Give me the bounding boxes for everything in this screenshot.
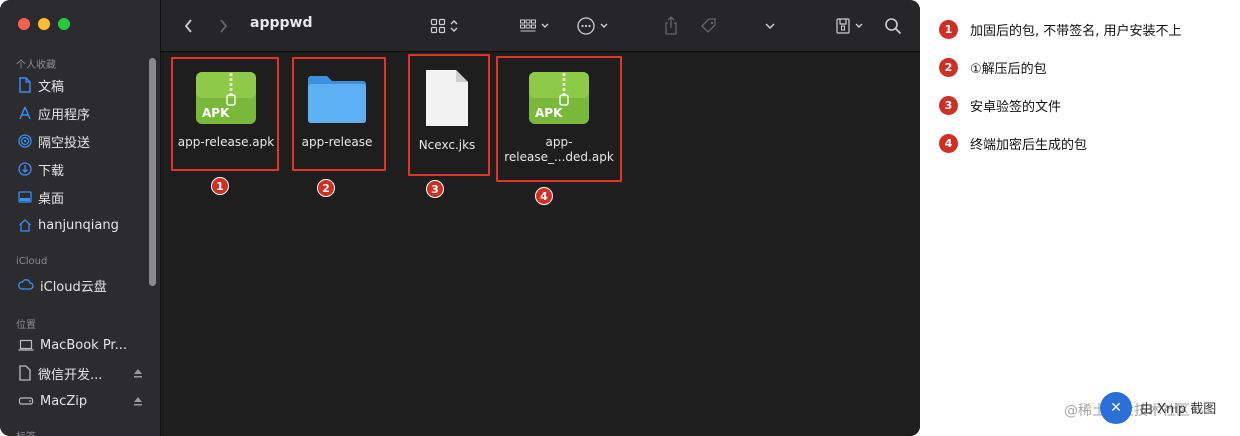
highlight-box-4	[496, 56, 622, 182]
sidebar-item-icloud-drive[interactable]: iCloud云盘	[18, 275, 146, 295]
sidebar-item-label: 隔空投送	[38, 135, 91, 151]
back-button[interactable]	[183, 14, 195, 38]
window-title: apppwd	[250, 15, 313, 31]
cloud-icon	[18, 279, 34, 290]
sidebar-item-label: 下载	[38, 163, 65, 179]
sidebar-item-documents[interactable]: 文稿	[18, 75, 146, 95]
airdrop-icon	[18, 134, 32, 148]
sidebar-item-label: hanjunqiang	[38, 217, 119, 233]
legend-item: 4 终端加密后生成的包	[939, 134, 1087, 153]
highlight-box-3	[408, 54, 490, 176]
sidebar-item-desktop[interactable]: 桌面	[18, 187, 146, 207]
chevron-down-icon	[600, 23, 608, 28]
group-icon	[520, 19, 536, 32]
sidebar-item-maczip[interactable]: MacZip	[18, 391, 146, 411]
share-icon	[665, 16, 677, 35]
download-icon	[18, 162, 32, 176]
file-icon	[19, 365, 31, 381]
finder-window: 个人收藏 文稿 应用程序 隔空投送 下载 桌面 hanjunqiang iClo…	[0, 0, 920, 436]
sidebar: 个人收藏 文稿 应用程序 隔空投送 下载 桌面 hanjunqiang iClo…	[0, 0, 161, 436]
tag-icon	[701, 18, 716, 33]
sidebar-item-label: 文稿	[38, 79, 65, 95]
sidebar-scrollbar[interactable]	[149, 58, 156, 286]
sidebar-item-downloads[interactable]: 下载	[18, 159, 146, 179]
number-badge: 4	[535, 187, 553, 205]
legend-number-badge: 1	[939, 20, 958, 39]
tag-button[interactable]	[699, 14, 719, 38]
legend-number-badge: 4	[939, 134, 958, 153]
sidebar-item-label: iCloud云盘	[40, 279, 107, 295]
home-icon	[19, 219, 31, 232]
laptop-icon	[18, 339, 34, 351]
more-actions-button[interactable]	[576, 14, 609, 38]
sidebar-item-label: MacBook Pr...	[40, 337, 127, 353]
legend-item: 3 安卓验签的文件	[939, 96, 1061, 115]
sidebar-item-home[interactable]: hanjunqiang	[18, 215, 146, 235]
sidebar-item-label: MacZip	[40, 393, 88, 409]
legend-text: ①解压后的包	[970, 62, 1047, 77]
close-button[interactable]	[18, 18, 30, 30]
xnip-logo-icon: ✕	[1100, 392, 1132, 424]
chevron-down-icon	[765, 23, 775, 30]
tags-header: 标签	[16, 428, 36, 436]
chevron-down-icon	[541, 23, 549, 28]
legend-number-badge: 2	[939, 58, 958, 77]
chevron-down-icon	[855, 23, 863, 28]
number-badge: 2	[317, 179, 335, 197]
ellipsis-circle-icon	[577, 17, 595, 35]
minimize-button[interactable]	[38, 18, 50, 30]
highlight-box-1	[171, 57, 279, 171]
legend-text: 终端加密后生成的包	[970, 138, 1088, 153]
sidebar-item-label: 应用程序	[38, 107, 91, 123]
icloud-header: iCloud	[16, 256, 48, 267]
eject-icon[interactable]	[132, 395, 144, 407]
disk-icon	[18, 397, 34, 405]
toolbar: apppwd	[161, 0, 920, 52]
search-button[interactable]	[884, 14, 902, 38]
document-icon	[19, 77, 31, 93]
sidebar-item-applications[interactable]: 应用程序	[18, 103, 146, 123]
forward-button[interactable]	[217, 14, 229, 38]
zoom-button[interactable]	[58, 18, 70, 30]
highlight-box-2	[292, 57, 386, 171]
legend-text: 加固后的包, 不带签名, 用户安装不上	[970, 24, 1182, 39]
search-icon	[885, 18, 902, 35]
sidebar-item-macbook[interactable]: MacBook Pr...	[18, 335, 146, 355]
number-badge: 3	[426, 180, 444, 198]
view-mode-button[interactable]	[430, 14, 459, 38]
group-button[interactable]	[519, 14, 550, 38]
more-chevron-button[interactable]	[764, 14, 776, 38]
up-down-chevron-icon	[450, 20, 458, 32]
share-button[interactable]	[663, 14, 679, 38]
grid-view-icon	[430, 18, 446, 34]
archive-icon	[836, 18, 850, 34]
applications-icon	[19, 106, 31, 120]
archive-button[interactable]	[835, 14, 864, 38]
eject-icon[interactable]	[132, 367, 144, 379]
number-badge: 1	[211, 177, 229, 195]
file-browser: APK app-release.apk app-release Ncexc.jk…	[161, 53, 920, 436]
sidebar-item-label: 桌面	[38, 191, 65, 207]
legend-item: 1 加固后的包, 不带签名, 用户安装不上	[939, 20, 1182, 39]
legend-text: 安卓验签的文件	[970, 100, 1062, 115]
watermark-overlay: 由 Xnip 截图	[1140, 402, 1217, 417]
legend-item: 2 ①解压后的包	[939, 58, 1047, 77]
locations-header: 位置	[16, 320, 36, 331]
legend-number-badge: 3	[939, 96, 958, 115]
chevron-right-icon	[220, 19, 228, 33]
favorites-header: 个人收藏	[16, 60, 56, 71]
chevron-left-icon	[184, 19, 192, 33]
desktop-icon	[18, 191, 32, 203]
sidebar-item-label: 微信开发...	[38, 367, 103, 383]
sidebar-item-airdrop[interactable]: 隔空投送	[18, 131, 146, 151]
sidebar-item-wechat-dev[interactable]: 微信开发...	[18, 363, 146, 383]
window-controls	[18, 18, 70, 30]
